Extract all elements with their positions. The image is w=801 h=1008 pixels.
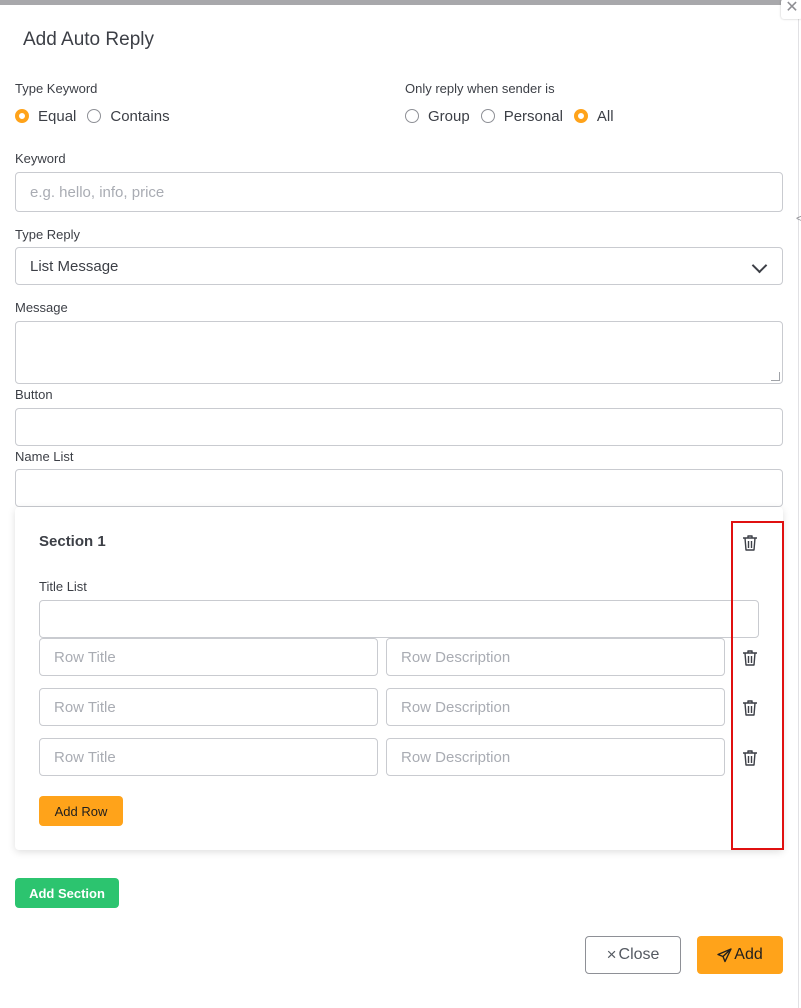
keyword-input[interactable]: e.g. hello, info, price <box>15 172 783 212</box>
type-reply-label: Type Reply <box>15 227 81 242</box>
add-button-label: Add <box>734 946 763 963</box>
row-title-input[interactable]: Row Title <box>39 688 378 726</box>
type-reply-select[interactable]: List Message <box>15 247 783 285</box>
radio-contains-label[interactable]: Contains <box>110 108 169 125</box>
sender-label: Only reply when sender is <box>405 81 555 96</box>
radio-all-label[interactable]: All <box>597 108 614 125</box>
radio-group[interactable] <box>405 109 419 123</box>
row-description-input[interactable]: Row Description <box>386 738 725 776</box>
row-description-input[interactable]: Row Description <box>386 688 725 726</box>
resize-handle-icon[interactable] <box>771 372 780 381</box>
radio-personal[interactable] <box>480 109 495 123</box>
message-label: Message <box>15 300 68 315</box>
title-list-input[interactable] <box>39 600 759 638</box>
keyword-label: Keyword <box>15 151 66 166</box>
close-icon: × <box>606 945 617 964</box>
name-list-input[interactable] <box>15 469 783 507</box>
send-icon <box>717 947 732 962</box>
button-input[interactable] <box>15 408 783 446</box>
section-title: Section 1 <box>39 533 106 550</box>
modal-title: Add Auto Reply <box>23 29 154 50</box>
row-description-input[interactable]: Row Description <box>386 638 725 676</box>
add-button[interactable]: Add <box>697 936 783 974</box>
modal-right-border <box>798 0 799 1008</box>
section-card <box>15 507 783 850</box>
edge-mark: < <box>796 213 801 225</box>
close-button[interactable]: × Close <box>585 936 681 974</box>
radio-all[interactable] <box>573 109 588 123</box>
modal-backdrop-edge <box>0 0 801 5</box>
row-title-input[interactable]: Row Title <box>39 638 378 676</box>
type-reply-value: List Message <box>30 257 119 275</box>
title-list-label: Title List <box>39 579 87 594</box>
button-label: Button <box>15 387 53 402</box>
message-textarea[interactable] <box>15 321 783 384</box>
radio-contains[interactable] <box>87 109 102 123</box>
close-button-label: Close <box>618 946 660 963</box>
radio-equal-label[interactable]: Equal <box>38 108 76 125</box>
radio-equal[interactable] <box>15 109 29 123</box>
highlight-box <box>731 521 784 850</box>
type-keyword-radio-group: Equal Contains <box>15 105 181 127</box>
type-keyword-label: Type Keyword <box>15 81 98 96</box>
row-title-input[interactable]: Row Title <box>39 738 378 776</box>
sender-radio-group: Group Personal All <box>405 105 625 127</box>
chevron-down-icon <box>751 257 768 274</box>
add-row-button[interactable]: Add Row <box>39 796 123 826</box>
radio-group-label[interactable]: Group <box>428 108 470 125</box>
add-section-button[interactable]: Add Section <box>15 878 119 908</box>
name-list-label: Name List <box>15 449 74 464</box>
close-icon[interactable]: ✕ <box>781 0 801 19</box>
radio-personal-label[interactable]: Personal <box>504 108 563 125</box>
